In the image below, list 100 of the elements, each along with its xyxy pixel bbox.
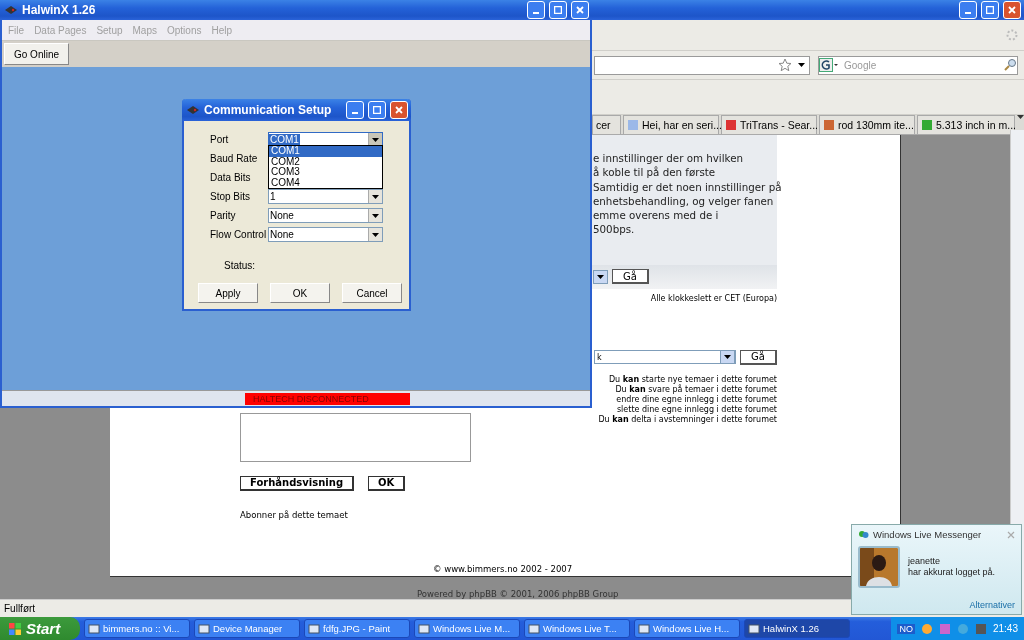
dialog-button[interactable]: OK xyxy=(270,283,330,303)
dropdown-field[interactable]: None xyxy=(268,208,383,223)
start-button[interactable]: Start xyxy=(0,617,80,640)
windows-logo-icon xyxy=(8,621,22,636)
dropdown-option[interactable]: COM1 xyxy=(269,146,382,157)
app-icon xyxy=(638,622,650,635)
permission-text: slette dine egne innlegg i dette forumet xyxy=(615,404,777,415)
popup-title: Windows Live Messenger xyxy=(873,529,983,540)
post-text: emme overens med de i xyxy=(593,208,720,223)
close-icon xyxy=(395,106,403,114)
browser-tab[interactable]: rod 130mm ite... xyxy=(819,115,915,134)
subscribe-link[interactable]: Abonner på dette temaet xyxy=(240,509,777,520)
messenger-icon xyxy=(858,529,869,540)
dropdown-option[interactable]: COM2 xyxy=(269,156,382,167)
close-button[interactable] xyxy=(390,101,408,119)
dropdown-arrow-icon xyxy=(372,137,379,142)
dialog-button[interactable]: Cancel xyxy=(342,283,402,303)
language-indicator[interactable]: NO xyxy=(897,623,915,634)
go-button[interactable]: Gå xyxy=(612,269,649,285)
field-label: Port xyxy=(210,133,230,147)
post-text: enhetsbehandling, og velger fanen xyxy=(593,193,775,209)
tray-app-icon xyxy=(920,622,933,635)
select-arrow-button[interactable] xyxy=(593,269,608,284)
post-text: 500bps. xyxy=(593,222,636,237)
network-icon xyxy=(956,622,969,635)
permission-text: Du kan delta i avstemninger i dette forumet xyxy=(598,414,777,425)
field-label: Data Bits xyxy=(210,171,252,185)
dropdown-option[interactable]: COM4 xyxy=(269,177,382,188)
contact-name: jeanette xyxy=(908,556,942,567)
permission-text: Du kan svare på temaer i dette forumet xyxy=(614,384,777,395)
search-engine-icon xyxy=(819,58,839,72)
dropdown-field[interactable]: 1 xyxy=(268,189,383,204)
field-label: Parity xyxy=(210,209,237,223)
minimize-button[interactable] xyxy=(959,1,977,19)
permission-text: endre dine egne innlegg i dette forumet xyxy=(615,394,777,405)
dropdown-arrow-icon xyxy=(724,355,732,360)
go-button[interactable]: Gå xyxy=(740,349,777,365)
app-icon xyxy=(198,622,210,635)
dropdown-arrow-icon xyxy=(372,194,379,199)
app-icon xyxy=(748,622,760,635)
dropdown-arrow-icon xyxy=(372,232,379,237)
tray-app-icon xyxy=(974,622,987,635)
dropdown-arrow-icon xyxy=(798,63,805,67)
preview-button[interactable]: Forhåndsvisning xyxy=(240,475,355,491)
taskbar-item[interactable]: Windows Live T... xyxy=(524,619,630,638)
powered-by-text: Powered by phpBB © 2001, 2006 phpBB Group xyxy=(417,589,619,599)
forum-select[interactable]: k xyxy=(594,350,737,365)
permission-text: Du kan starte nye temaer i dette forumet xyxy=(607,374,777,385)
browser-tab[interactable]: cer xyxy=(592,115,621,134)
close-icon xyxy=(576,6,584,14)
browser-tab[interactable]: 5.313 inch in m... xyxy=(917,115,1015,134)
clock: 21:43 xyxy=(992,623,1018,634)
close-icon xyxy=(1008,6,1016,14)
browser-tab[interactable]: TriTrans - Sear... xyxy=(721,115,817,134)
taskbar-item[interactable]: Device Manager xyxy=(194,619,300,638)
dialog-button[interactable]: Apply xyxy=(198,283,258,303)
taskbar-item[interactable]: fdfg.JPG - Paint xyxy=(304,619,410,638)
dropdown-button[interactable] xyxy=(368,190,382,203)
search-icon xyxy=(1003,58,1017,72)
options-link[interactable]: Alternativer xyxy=(969,600,1015,610)
taskbar-item[interactable]: Windows Live H... xyxy=(634,619,740,638)
taskbar-item[interactable]: Windows Live M... xyxy=(414,619,520,638)
status-label: Status: xyxy=(224,260,257,271)
copyright-text: © www.bimmers.no 2002 - 2007 xyxy=(433,564,574,574)
minimize-button[interactable] xyxy=(346,101,364,119)
taskbar-item[interactable]: bimmers.no :: Vi... xyxy=(84,619,190,638)
maximize-button[interactable] xyxy=(368,101,386,119)
dialog-title: Communication Setup xyxy=(204,103,333,117)
app-icon xyxy=(528,622,540,635)
star-icon xyxy=(778,58,792,72)
restore-button[interactable] xyxy=(981,1,999,19)
app-icon xyxy=(88,622,100,635)
app-icon xyxy=(418,622,430,635)
maximize-icon xyxy=(986,6,994,14)
close-button[interactable] xyxy=(571,1,589,19)
dropdown-option[interactable]: COM3 xyxy=(269,167,382,178)
dropdown-button[interactable] xyxy=(368,209,382,222)
connection-status: HALTECH DISCONNECTED xyxy=(245,392,410,405)
tab-list-arrow-icon xyxy=(1017,115,1024,119)
ok-button[interactable]: OK xyxy=(368,475,406,491)
field-label: Flow Control xyxy=(210,228,268,242)
close-button[interactable] xyxy=(1003,1,1021,19)
dropdown-arrow-icon xyxy=(597,274,604,279)
close-icon xyxy=(1007,530,1015,539)
go-online-button[interactable]: Go Online xyxy=(4,43,70,65)
browser-tab[interactable]: Hei, har en seri... xyxy=(623,115,719,134)
maximize-icon xyxy=(554,6,562,14)
dropdown-field[interactable]: None xyxy=(268,227,383,242)
device-icon xyxy=(4,5,18,15)
taskbar-item[interactable]: HalwinX 1.26 xyxy=(744,619,850,638)
address-field[interactable] xyxy=(594,55,810,75)
maximize-button[interactable] xyxy=(549,1,567,19)
search-box[interactable]: Google xyxy=(818,55,1018,75)
message-field[interactable] xyxy=(240,412,471,462)
minimize-button[interactable] xyxy=(527,1,545,19)
tray-app-icon xyxy=(938,622,951,635)
loading-icon xyxy=(1006,29,1018,41)
site-icon xyxy=(823,119,835,131)
dropdown-button[interactable] xyxy=(368,228,382,241)
device-icon xyxy=(186,105,200,115)
